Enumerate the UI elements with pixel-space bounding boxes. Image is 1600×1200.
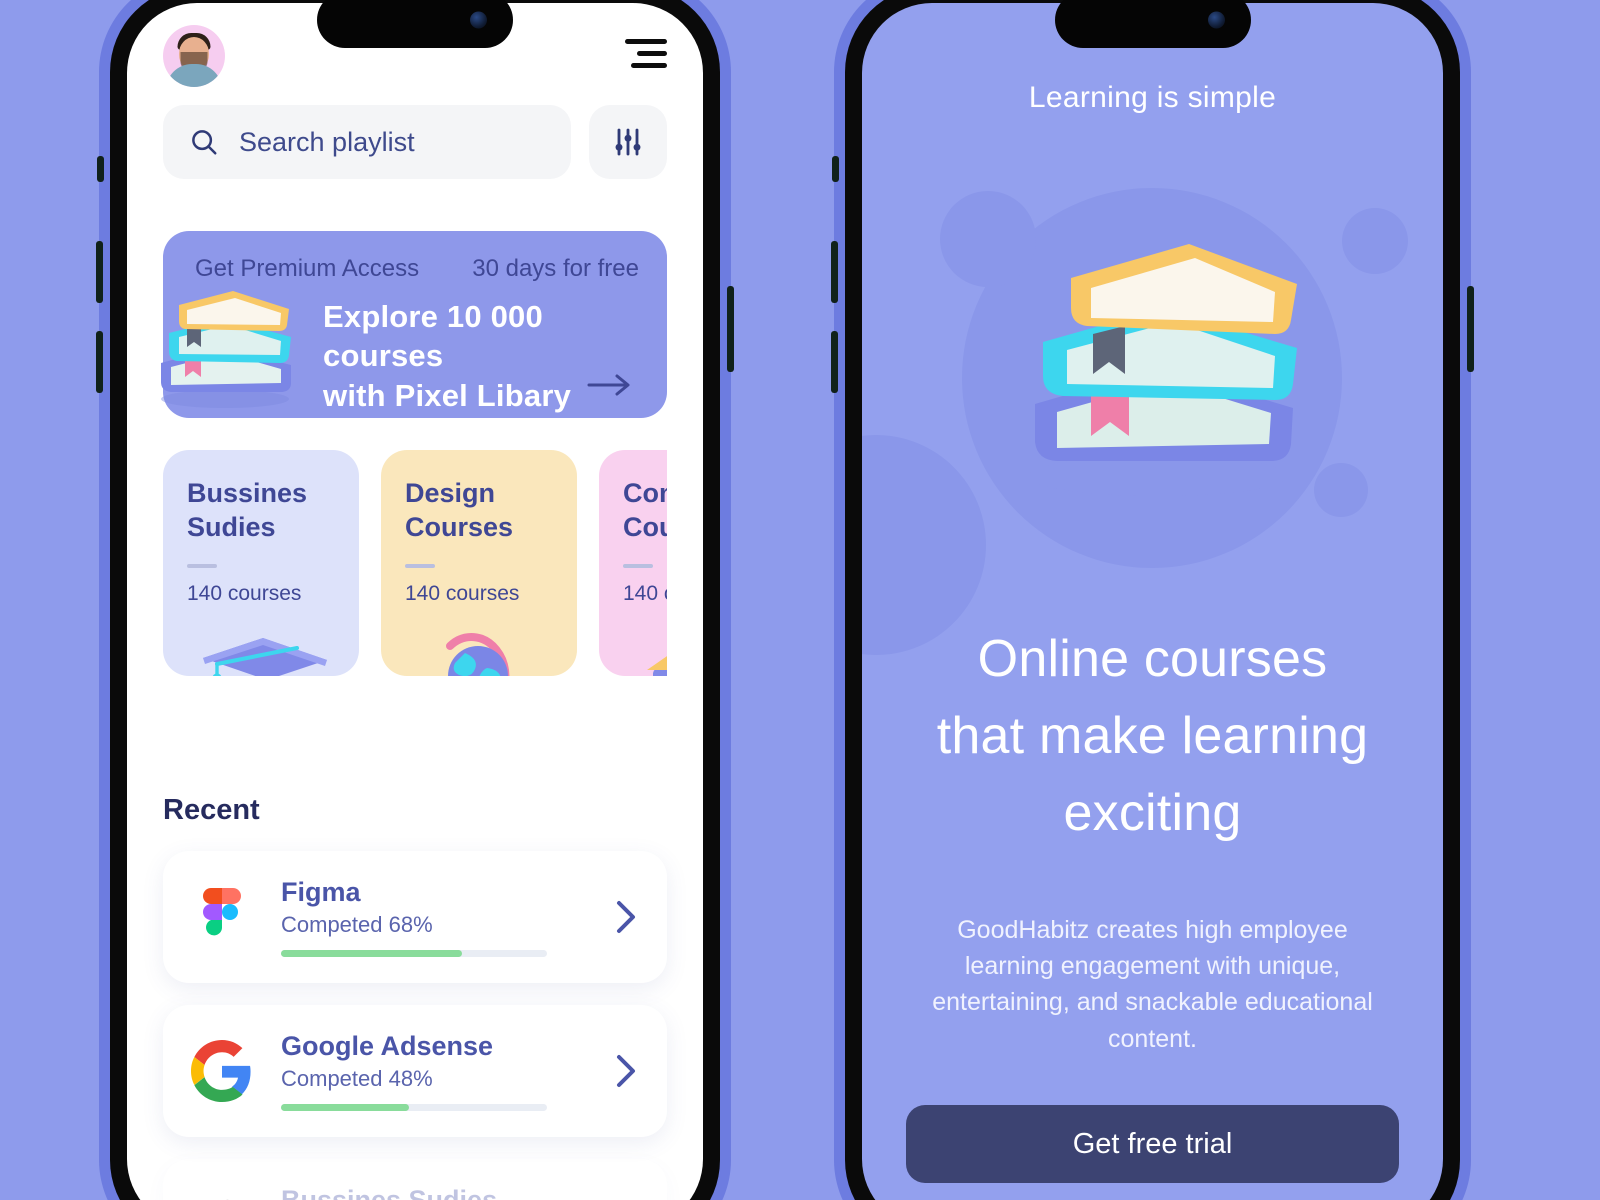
category-count: 140 courses [187,582,302,606]
chevron-right-icon[interactable] [613,897,639,937]
dynamic-island [1054,0,1251,48]
course-name: Bussines Sudies [281,1185,498,1200]
volume-up-button[interactable] [96,241,103,303]
phone-left-mockup: Search playlist Get Premium Access 30 da… [96,0,734,1200]
course-name: Figma [281,877,361,907]
right-phone-screen: Learning is simple Online courses that m… [862,3,1443,1200]
category-title-line2: Cours [623,512,667,543]
power-button[interactable] [727,286,734,372]
search-icon [192,130,217,155]
mute-switch[interactable] [832,156,839,182]
volume-down-button[interactable] [831,331,838,393]
category-title-line1: Design [405,478,496,508]
mute-switch[interactable] [97,156,104,182]
headline-line2: that make learning [936,706,1369,765]
category-title-line2: Sudies [187,512,276,543]
banner-headline-line1: Explore 10 000 courses [323,299,543,374]
list-item[interactable]: Figma Competed 68% [163,851,667,983]
search-row: Search playlist [163,105,667,179]
search-input[interactable]: Search playlist [163,105,571,179]
course-status: Competed 48% [281,1066,433,1091]
house-icon [647,656,667,676]
banner-eyebrow-right: 30 days for free [472,255,639,282]
book-stack-3d-icon [161,291,291,408]
volume-up-button[interactable] [831,241,838,303]
graduation-cap-icon [203,638,327,676]
google-logo-icon [191,1040,253,1102]
category-title-line1: Bussines [187,478,308,508]
progress-bar [281,950,547,957]
category-card-business[interactable]: Bussines Sudies 140 courses [163,450,359,676]
user-avatar[interactable] [163,25,225,87]
category-title-line1: Comp [623,478,667,508]
search-placeholder: Search playlist [239,126,415,157]
hero-description: GoodHabitz creates high employee learnin… [932,915,1373,1053]
power-button[interactable] [1467,286,1474,372]
phone-right-mockup: Learning is simple Online courses that m… [831,0,1474,1200]
figma-logo-icon [191,886,253,948]
recent-list: Figma Competed 68% Google Adsense Compet… [163,851,667,1200]
list-item[interactable]: Google Adsense Competed 48% [163,1005,667,1137]
divider [405,564,435,569]
chevron-right-icon[interactable] [613,1051,639,1091]
filter-button[interactable] [589,105,667,179]
course-status: Competed 68% [281,912,433,937]
course-name: Google Adsense [281,1031,494,1061]
category-count: 140 courses [405,582,520,606]
list-item[interactable]: Bussines Sudies Competed 48% [163,1159,667,1200]
arrow-right-icon[interactable] [587,372,633,398]
dynamic-island [317,0,513,48]
get-free-trial-button[interactable]: Get free trial [906,1105,1399,1183]
decorative-circle [1342,208,1408,274]
recent-section-heading: Recent [163,794,260,826]
book-stack-3d-icon [1027,244,1297,496]
premium-banner[interactable]: Get Premium Access 30 days for free Expl… [161,231,667,418]
category-title-line2: Courses [405,512,514,543]
headline-line3: exciting [1063,783,1242,842]
divider [623,564,653,569]
category-card-computer[interactable]: Comp Cours 140 co [599,450,667,676]
volume-down-button[interactable] [96,331,103,393]
category-card-design[interactable]: Design Courses 140 courses [381,450,577,676]
globe-icon [446,633,510,676]
hamburger-menu-icon[interactable] [625,25,667,68]
divider [187,564,217,569]
hero-headline: Online courses that make learning exciti… [862,621,1443,852]
headline-line1: Online courses [977,630,1328,688]
category-card-list: Bussines Sudies 140 courses Design Cours… [163,450,667,676]
category-count: 140 co [623,582,667,606]
apple-logo-icon [191,1194,253,1200]
progress-bar [281,1104,547,1111]
sliders-filter-icon [615,128,641,156]
left-phone-screen: Search playlist Get Premium Access 30 da… [127,3,703,1200]
